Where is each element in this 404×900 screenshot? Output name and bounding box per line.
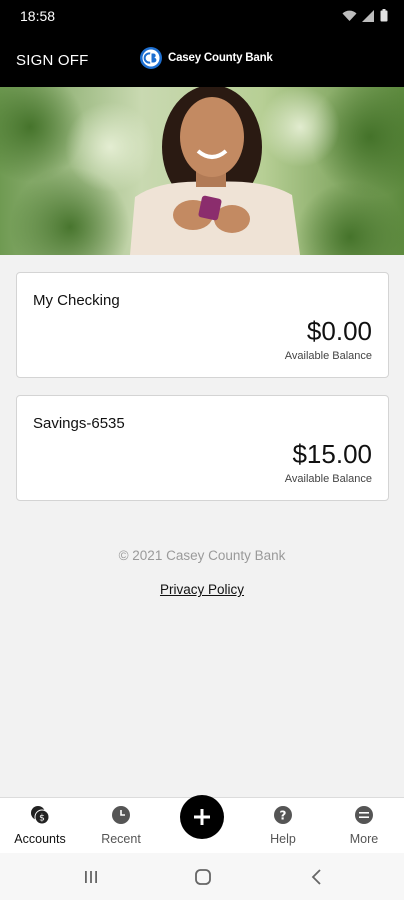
account-name: My Checking — [33, 292, 120, 309]
recents-icon[interactable] — [80, 866, 102, 888]
svg-text:?: ? — [280, 809, 287, 823]
signal-icon — [362, 10, 374, 22]
wifi-icon — [342, 10, 357, 21]
tab-accounts[interactable]: $ Accounts — [0, 798, 80, 854]
copyright: © 2021 Casey County Bank — [118, 548, 286, 563]
add-button[interactable] — [180, 795, 224, 839]
tab-recent[interactable]: Recent — [81, 798, 161, 854]
status-icons — [342, 9, 388, 22]
status-bar: 18:58 — [0, 0, 404, 32]
sign-off-button[interactable]: SIGN OFF — [16, 52, 88, 69]
account-card-checking[interactable]: My Checking $0.00 Available Balance — [16, 272, 389, 378]
account-balance: $15.00 — [292, 439, 372, 469]
cb-logo-icon — [140, 47, 162, 69]
brand-name: Casey County Bank — [168, 52, 273, 64]
tab-label: Accounts — [14, 832, 66, 846]
account-name: Savings-6535 — [33, 415, 125, 432]
account-balance: $0.00 — [306, 316, 372, 346]
hero-banner — [0, 87, 404, 255]
privacy-policy-row: Privacy Policy — [0, 581, 404, 599]
status-time: 18:58 — [20, 8, 56, 24]
back-icon[interactable] — [306, 866, 328, 888]
tab-help[interactable]: ? Help — [243, 798, 323, 854]
tab-label: Recent — [101, 832, 141, 846]
app-header: SIGN OFF Casey County Bank — [0, 32, 404, 87]
svg-text:$: $ — [39, 814, 45, 824]
account-card-savings[interactable]: Savings-6535 $15.00 Available Balance — [16, 395, 389, 501]
plus-icon — [194, 809, 210, 825]
tab-more[interactable]: More — [324, 798, 404, 854]
woman-using-phone-photo — [0, 87, 404, 255]
home-icon[interactable] — [192, 866, 214, 888]
privacy-policy-link[interactable]: Privacy Policy — [160, 582, 244, 597]
balance-label: Available Balance — [284, 473, 372, 485]
accounts-icon: $ — [31, 806, 50, 825]
battery-icon — [380, 9, 388, 22]
brand: Casey County Bank — [140, 47, 273, 69]
balance-label: Available Balance — [284, 350, 372, 362]
clock-icon — [112, 806, 130, 824]
system-nav-bar — [0, 853, 404, 900]
more-icon — [355, 806, 373, 824]
tab-label: Help — [270, 832, 296, 846]
help-icon: ? — [274, 806, 292, 824]
tab-label: More — [349, 832, 379, 846]
